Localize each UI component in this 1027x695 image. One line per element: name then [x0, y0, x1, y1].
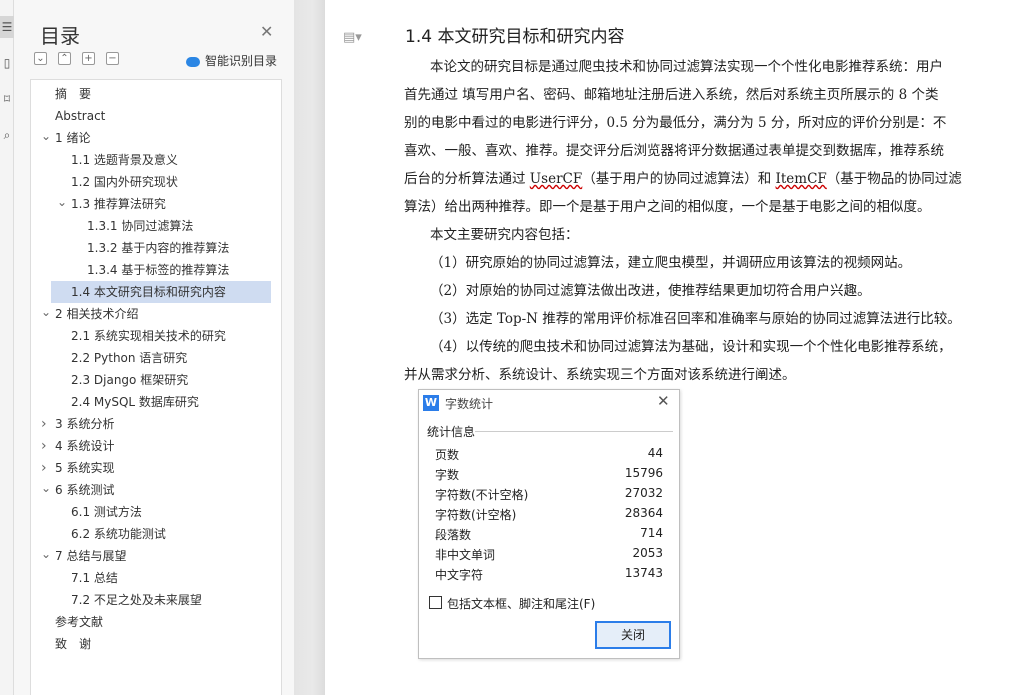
toc-list: 摘 要 Abstract ⌄ 1 绪论 1.1 选题背景及意义 1.2 国内外研究现状 ⌄ 1… [30, 79, 282, 695]
chevron-down-icon[interactable]: ⌄ [41, 481, 51, 495]
clipped-previous-line [325, 0, 1027, 8]
text-line: （4）以传统的爬虫技术和协同过滤算法为基础，设计和实现一个个性化电影推荐系统， [430, 339, 952, 355]
toc-item[interactable]: 2.1 系统实现相关技术的研究 [71, 325, 226, 347]
stat-label: 页数 [435, 448, 460, 462]
toc-item[interactable]: 1.3.1 协同过滤算法 [87, 215, 193, 237]
stat-value: 13743 [624, 566, 663, 580]
stat-label: 字符数(计空格) [435, 508, 517, 522]
text-line: （1）研究原始的协同过滤算法，建立爬虫模型，并调研应用该算法的视频网站。 [430, 255, 912, 271]
text-line: 本论文的研究目标是通过爬虫技术和协同过滤算法实现一个个性化电影推荐系统：用户 [430, 59, 943, 75]
wps-writer-icon: W [423, 395, 439, 411]
dialog-title: 字数统计 [445, 397, 494, 411]
text-line: 喜欢、一般、喜欢、推荐。提交评分后浏览器将评分数据通过表单提交到数据库，推荐系统 [404, 143, 944, 159]
close-icon[interactable]: ✕ [260, 22, 273, 41]
toc-panel: 目录 ✕ ⌄ ⌃ + − 智能识别目录 摘 要 Abstract ⌄ 1 绪论 1.1 … [14, 0, 294, 695]
toc-item[interactable]: 6.1 测试方法 [71, 501, 142, 523]
paragraph: 本论文的研究目标是通过爬虫技术和协同过滤算法实现一个个性化电影推荐系统：用户 首… [404, 53, 984, 389]
divider [475, 431, 673, 432]
stat-value: 15796 [624, 466, 663, 480]
toc-item[interactable]: 7.2 不足之处及未来展望 [71, 589, 202, 611]
toc-item[interactable]: 致 谢 [55, 633, 91, 655]
text-line: 后台的分析算法通过 UserCF（基于用户的协同过滤算法）和 ItemCF（基于… [404, 171, 962, 187]
chevron-right-icon[interactable]: › [41, 416, 47, 432]
chevron-down-icon[interactable]: ⌄ [41, 547, 51, 561]
text-line: 并从需求分析、系统设计、系统实现三个方面对该系统进行阐述。 [404, 367, 796, 383]
toc-item[interactable]: 6.2 系统功能测试 [71, 523, 166, 545]
text-line: 首先通过 填写用户名、密码、邮箱地址注册后进入系统，然后对系统主页所展示的 8 … [404, 87, 939, 103]
toc-item[interactable]: 3 系统分析 [55, 413, 114, 435]
text-line: （3）选定 Top-N 推荐的常用评价标准召回率和准确率与原始的协同过滤算法进行… [430, 311, 961, 327]
cloud-icon [186, 56, 200, 67]
search-icon[interactable]: ⌕ [0, 124, 14, 146]
toc-item[interactable]: 7 总结与展望 [55, 545, 126, 567]
toc-item[interactable]: 1.1 选题背景及意义 [71, 149, 178, 171]
toc-item[interactable]: 1 绪论 [55, 127, 90, 149]
toc-item[interactable]: 1.2 国内外研究现状 [71, 171, 178, 193]
smart-toc-label: 智能识别目录 [205, 54, 278, 68]
stat-value: 44 [647, 446, 663, 460]
checkbox-label: 包括文本框、脚注和尾注(F) [447, 597, 596, 611]
text-line: （2）对原始的协同过滤算法做出改进，使推荐结果更加切符合用户兴趣。 [430, 283, 871, 299]
add-level-icon[interactable]: + [82, 52, 95, 65]
toc-item[interactable]: 2 相关技术介绍 [55, 303, 138, 325]
chevron-right-icon[interactable]: › [41, 460, 47, 476]
toc-item[interactable]: 1.3.2 基于内容的推荐算法 [87, 237, 229, 259]
left-icon-strip: ☰ ▯ ⌑ ⌕ [0, 0, 14, 695]
toc-item[interactable]: 4 系统设计 [55, 435, 114, 457]
bookmark-icon[interactable]: ⌑ [0, 88, 14, 110]
chevron-down-icon[interactable]: ⌄ [41, 129, 51, 143]
toc-item[interactable]: 6 系统测试 [55, 479, 114, 501]
close-icon[interactable]: ✕ [657, 392, 670, 410]
toc-item[interactable]: 摘 要 [55, 83, 91, 105]
stat-label: 中文字符 [435, 568, 484, 582]
document-page: ▤▾ 1.4 本文研究目标和研究内容 本论文的研究目标是通过爬虫技术和协同过滤算… [325, 0, 1027, 695]
text-line: 本文主要研究内容包括： [430, 227, 579, 243]
toc-item[interactable]: 5 系统实现 [55, 457, 114, 479]
toc-title: 目录 [40, 24, 80, 48]
stat-label: 字符数(不计空格) [435, 488, 529, 502]
expand-up-icon[interactable]: ⌃ [58, 52, 71, 65]
toc-item[interactable]: 2.4 MySQL 数据库研究 [71, 391, 199, 413]
toc-item[interactable]: 1.4 本文研究目标和研究内容 [51, 281, 271, 303]
stat-value: 714 [640, 526, 663, 540]
stat-label: 字数 [435, 468, 460, 482]
page-gutter [294, 0, 325, 695]
remove-level-icon[interactable]: − [106, 52, 119, 65]
stat-label: 非中文单词 [435, 548, 496, 562]
stat-value: 2053 [632, 546, 663, 560]
collapse-all-icon[interactable]: ⌄ [34, 52, 47, 65]
menu-icon[interactable]: ☰ [0, 16, 14, 38]
word-count-dialog: W 字数统计 ✕ 统计信息 页数 44 字数 15796 字符数(不计空格) 2… [418, 389, 680, 659]
smart-toc-button[interactable]: 智能识别目录 [186, 52, 277, 69]
close-button[interactable]: 关闭 [595, 621, 671, 649]
document-menu-icon[interactable]: ▤▾ [343, 30, 362, 45]
page-icon[interactable]: ▯ [0, 52, 14, 74]
toc-item[interactable]: 2.2 Python 语言研究 [71, 347, 187, 369]
stat-label: 段落数 [435, 528, 472, 542]
section-heading: 1.4 本文研究目标和研究内容 [405, 27, 625, 47]
chevron-down-icon[interactable]: ⌄ [57, 195, 67, 209]
toc-item[interactable]: Abstract [55, 105, 105, 127]
chevron-right-icon[interactable]: › [41, 438, 47, 454]
stats-section-label: 统计信息 [427, 425, 476, 439]
text-line: 算法）给出两种推荐。即一个是基于用户之间的相似度，一个是基于电影之间的相似度。 [404, 199, 931, 215]
stat-value: 28364 [624, 506, 663, 520]
toc-item[interactable]: 1.3.4 基于标签的推荐算法 [87, 259, 229, 281]
chevron-down-icon[interactable]: ⌄ [41, 305, 51, 319]
toc-item[interactable]: 参考文献 [55, 611, 103, 633]
toc-item[interactable]: 2.3 Django 框架研究 [71, 369, 188, 391]
text-line: 别的电影中看过的电影进行评分，0.5 分为最低分，满分为 5 分，所对应的评价分… [404, 115, 947, 131]
stat-value: 27032 [624, 486, 663, 500]
toc-item[interactable]: 7.1 总结 [71, 567, 118, 589]
include-textbox-checkbox[interactable] [429, 596, 442, 609]
toc-item[interactable]: 1.3 推荐算法研究 [71, 193, 166, 215]
